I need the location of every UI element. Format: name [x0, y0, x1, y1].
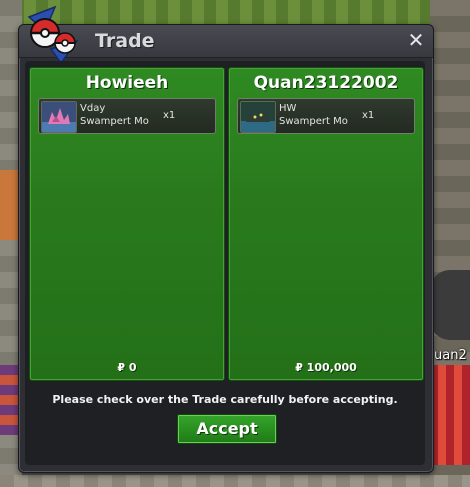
- accept-button[interactable]: Accept: [177, 414, 277, 444]
- trade-offer-panel-right: Quan23122002 HW Swampert Mo x1 ₽ 100,000: [228, 67, 424, 381]
- money-offer: ₽ 100,000: [295, 361, 357, 374]
- pokemon-sprite-icon: [240, 101, 276, 133]
- trade-item-slot[interactable]: Vday Swampert Mo x1: [38, 98, 216, 134]
- pokeball-trade-logo-icon: [27, 5, 79, 65]
- trader-name: Howieeh: [85, 73, 169, 93]
- trade-offer-panel-left: Howieeh Vday Swampert Mo x1 ₽ 0: [29, 67, 225, 381]
- item-nickname: HW: [279, 103, 297, 114]
- item-species: Swampert Mo: [80, 116, 149, 127]
- trade-item-slot[interactable]: HW Swampert Mo x1: [237, 98, 415, 134]
- item-nickname: Vday: [80, 103, 106, 114]
- background-sprite-right: [430, 365, 470, 465]
- pokemon-sprite-icon: [41, 101, 77, 133]
- trade-content: Howieeh Vday Swampert Mo x1 ₽ 0 Quan2312…: [25, 61, 425, 465]
- money-offer: ₽ 0: [117, 361, 137, 374]
- trade-warning-message: Please check over the Trade carefully be…: [52, 393, 398, 406]
- trader-name: Quan23122002: [253, 73, 399, 93]
- window-title: Trade: [95, 30, 155, 52]
- close-icon[interactable]: ✕: [405, 29, 427, 51]
- trade-window: Trade ✕ Howieeh Vday Swampert Mo x1 ₽ 0 …: [18, 5, 434, 473]
- item-species: Swampert Mo: [279, 116, 348, 127]
- item-quantity: x1: [362, 110, 375, 121]
- background-rock-right: [430, 270, 470, 340]
- item-quantity: x1: [163, 110, 176, 121]
- player-name-tag: uan2: [434, 348, 467, 363]
- background-floor-bottom: [0, 475, 470, 487]
